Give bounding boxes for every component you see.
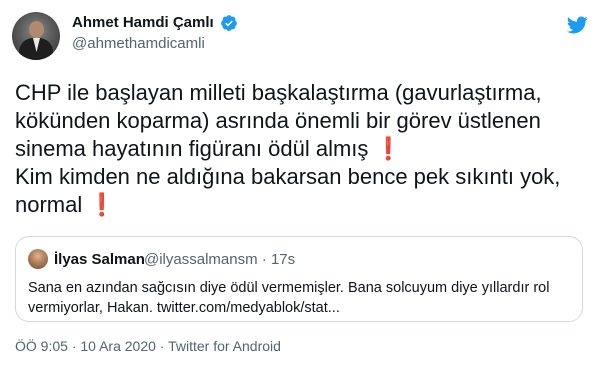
tweet-text: CHP ile başlayan milleti başkalaştırma (… <box>15 79 585 219</box>
tweet-line: normal ❗ <box>15 191 585 219</box>
footer-separator: · <box>159 338 165 354</box>
tweet-footer: ÖÖ 9:05 · 10 Ara 2020 · Twitter for Andr… <box>15 338 281 354</box>
author-avatar[interactable] <box>12 12 60 60</box>
tweet-source-link[interactable]: Twitter for Android <box>168 338 281 354</box>
quoted-tweet-text: Sana en azından sağcısın diye ödül verme… <box>28 278 573 318</box>
tweet-line: Kim kimden ne aldığına bakarsan bence pe… <box>15 164 561 189</box>
exclamation-emoji-icon: ❗ <box>88 192 116 217</box>
tweet-time-link[interactable]: ÖÖ 9:05 <box>15 338 68 354</box>
quoted-author-name: İlyas Salman <box>54 251 145 268</box>
twitter-bird-icon[interactable] <box>566 14 588 36</box>
exclamation-emoji-icon: ❗ <box>374 136 402 161</box>
tweet-date-link[interactable]: 10 Ara 2020 <box>80 338 156 354</box>
quoted-tweet-meta: @ilyassalmansm · 17s <box>144 251 295 268</box>
meta-separator: · <box>261 251 267 268</box>
quoted-tweet-time: 17s <box>270 251 296 268</box>
quoted-tweet-line: vermiyorlar, Hakan. twitter.com/medyablo… <box>28 300 340 316</box>
quoted-author-avatar <box>28 249 48 269</box>
quoted-author-handle: @ilyassalmansm <box>144 251 258 268</box>
quoted-tweet-line: Sana en azından sağcısın diye ödül verme… <box>28 280 550 296</box>
footer-separator: · <box>71 338 77 354</box>
tweet-line: kökünden koparma) asrında önemli bir gör… <box>15 108 541 133</box>
avatar-head <box>29 21 44 38</box>
tweet-line: sinema hayatının figüranı ödül almış ❗ <box>15 135 585 163</box>
tweet-line-text: sinema hayatının figüranı ödül almış <box>15 136 369 161</box>
author-handle[interactable]: @ahmethamdicamli <box>72 35 205 52</box>
verified-badge-icon <box>221 15 237 31</box>
tweet-line: CHP ile başlayan milleti başkalaştırma (… <box>15 80 542 105</box>
tweet-line-text: normal <box>15 192 83 217</box>
author-name[interactable]: Ahmet Hamdi Çamlı <box>72 14 214 31</box>
quoted-tweet-card[interactable]: İlyas Salman @ilyassalmansm · 17s Sana e… <box>15 236 583 322</box>
